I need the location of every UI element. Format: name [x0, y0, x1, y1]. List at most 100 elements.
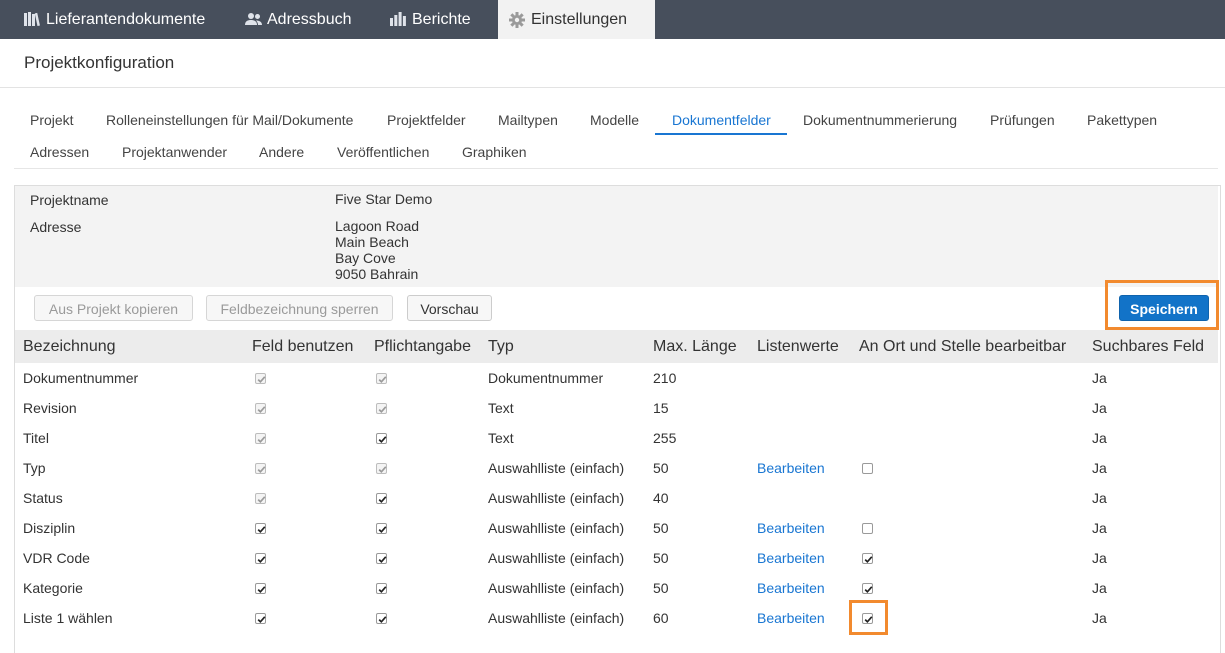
- nav-tab-einstellungen[interactable]: Einstellungen: [498, 0, 655, 39]
- check-icon: [378, 436, 387, 444]
- tab-dokumentnummerierung[interactable]: Dokumentnummerierung: [803, 106, 957, 134]
- inplace-editable-checkbox[interactable]: [862, 523, 873, 534]
- copy-from-project-button[interactable]: Aus Projekt kopieren: [34, 295, 193, 321]
- inplace-editable-checkbox[interactable]: [862, 463, 873, 474]
- column-header: Typ: [488, 338, 514, 355]
- check-icon: [257, 526, 266, 534]
- nav-tab-label: Lieferantendokumente: [46, 11, 206, 28]
- tab-adressen[interactable]: Adressen: [30, 138, 89, 166]
- edit-list-values-link[interactable]: Bearbeiten: [757, 608, 825, 628]
- table-header: Bezeichnung Feld benutzen Pflichtangabe …: [15, 330, 1218, 363]
- required-checkbox[interactable]: [376, 403, 387, 414]
- address-label: Adresse: [30, 219, 82, 235]
- searchable-cell: Ja: [1092, 400, 1107, 416]
- check-icon: [378, 616, 387, 624]
- save-button[interactable]: Speichern: [1119, 295, 1209, 321]
- searchable-cell: Ja: [1092, 460, 1107, 476]
- tab-projektfelder[interactable]: Projektfelder: [387, 106, 466, 134]
- max-length-cell: 15: [653, 400, 669, 416]
- tab-andere[interactable]: Andere: [259, 138, 304, 166]
- searchable-cell: Ja: [1092, 430, 1107, 446]
- field-name-cell: Revision: [23, 400, 77, 416]
- bar-chart-icon: [390, 12, 406, 26]
- lock-field-label-button[interactable]: Feldbezeichnung sperren: [206, 295, 393, 321]
- max-length-cell: 50: [653, 550, 669, 566]
- tab-rolleneinstellungen[interactable]: Rolleneinstellungen für Mail/Dokumente: [106, 106, 353, 134]
- check-icon: [378, 406, 387, 414]
- address-line: 9050 Bahrain: [335, 266, 419, 282]
- column-header: Pflichtangabe: [374, 338, 471, 355]
- field-type-cell: Dokumentnummer: [488, 370, 604, 386]
- required-checkbox[interactable]: [376, 373, 387, 384]
- tab-pruefungen[interactable]: Prüfungen: [990, 106, 1055, 134]
- check-icon: [257, 436, 266, 444]
- tab-modelle[interactable]: Modelle: [590, 106, 639, 134]
- edit-list-values-link[interactable]: Bearbeiten: [757, 548, 825, 568]
- use-field-checkbox[interactable]: [255, 433, 266, 444]
- required-checkbox[interactable]: [376, 583, 387, 594]
- nav-tab-berichte[interactable]: Berichte: [371, 0, 495, 39]
- inplace-editable-checkbox[interactable]: [862, 583, 873, 594]
- required-checkbox[interactable]: [376, 463, 387, 474]
- required-checkbox[interactable]: [376, 553, 387, 564]
- address-line: Bay Cove: [335, 250, 396, 266]
- use-field-checkbox[interactable]: [255, 583, 266, 594]
- required-checkbox[interactable]: [376, 523, 387, 534]
- max-length-cell: 210: [653, 370, 677, 386]
- tab-projektanwender[interactable]: Projektanwender: [122, 138, 227, 166]
- field-type-cell: Auswahlliste (einfach): [488, 520, 625, 536]
- tab-mailtypen[interactable]: Mailtypen: [498, 106, 558, 134]
- check-icon: [257, 616, 266, 624]
- use-field-checkbox[interactable]: [255, 403, 266, 414]
- project-info: [15, 186, 1218, 287]
- field-name-cell: Status: [23, 490, 63, 506]
- edit-list-values-link[interactable]: Bearbeiten: [757, 578, 825, 598]
- people-icon: [245, 13, 262, 25]
- nav-tab-adressbuch[interactable]: Adressbuch: [231, 0, 371, 39]
- tab-pakettypen[interactable]: Pakettypen: [1087, 106, 1157, 134]
- column-header: An Ort und Stelle bearbeitbar: [859, 338, 1067, 355]
- check-icon: [257, 466, 266, 474]
- use-field-checkbox[interactable]: [255, 553, 266, 564]
- nav-tab-lieferantendokumente[interactable]: Lieferantendokumente: [0, 0, 231, 39]
- use-field-checkbox[interactable]: [255, 463, 266, 474]
- required-checkbox[interactable]: [376, 433, 387, 444]
- field-type-cell: Auswahlliste (einfach): [488, 550, 625, 566]
- field-name-cell: VDR Code: [23, 550, 90, 566]
- check-icon: [378, 586, 387, 594]
- use-field-checkbox[interactable]: [255, 373, 266, 384]
- preview-button[interactable]: Vorschau: [407, 295, 492, 321]
- use-field-checkbox[interactable]: [255, 613, 266, 624]
- check-icon: [864, 586, 873, 594]
- tab-graphiken[interactable]: Graphiken: [462, 138, 527, 166]
- field-type-cell: Auswahlliste (einfach): [488, 490, 625, 506]
- field-type-cell: Auswahlliste (einfach): [488, 580, 625, 596]
- required-checkbox[interactable]: [376, 493, 387, 504]
- use-field-checkbox[interactable]: [255, 523, 266, 534]
- check-icon: [257, 406, 266, 414]
- check-icon: [378, 496, 387, 504]
- searchable-cell: Ja: [1092, 490, 1107, 506]
- column-header: Listenwerte: [757, 338, 839, 355]
- check-icon: [378, 466, 387, 474]
- tab-projekt[interactable]: Projekt: [30, 106, 74, 134]
- library-icon: [24, 12, 40, 26]
- edit-list-values-link[interactable]: Bearbeiten: [757, 458, 825, 478]
- field-name-cell: Dokumentnummer: [23, 370, 139, 386]
- edit-list-values-link[interactable]: Bearbeiten: [757, 518, 825, 538]
- searchable-cell: Ja: [1092, 520, 1107, 536]
- check-icon: [378, 376, 387, 384]
- searchable-cell: Ja: [1092, 370, 1107, 386]
- required-checkbox[interactable]: [376, 613, 387, 624]
- use-field-checkbox[interactable]: [255, 493, 266, 504]
- inplace-editable-checkbox[interactable]: [862, 553, 873, 564]
- nav-tab-label: Berichte: [412, 11, 471, 28]
- field-type-cell: Text: [488, 400, 514, 416]
- max-length-cell: 50: [653, 460, 669, 476]
- searchable-cell: Ja: [1092, 610, 1107, 626]
- inplace-checkbox-highlight: [849, 600, 888, 635]
- field-type-cell: Auswahlliste (einfach): [488, 460, 625, 476]
- check-icon: [257, 376, 266, 384]
- tab-dokumentfelder[interactable]: Dokumentfelder: [672, 106, 771, 134]
- tab-veroeffentlichen[interactable]: Veröffentlichen: [337, 138, 429, 166]
